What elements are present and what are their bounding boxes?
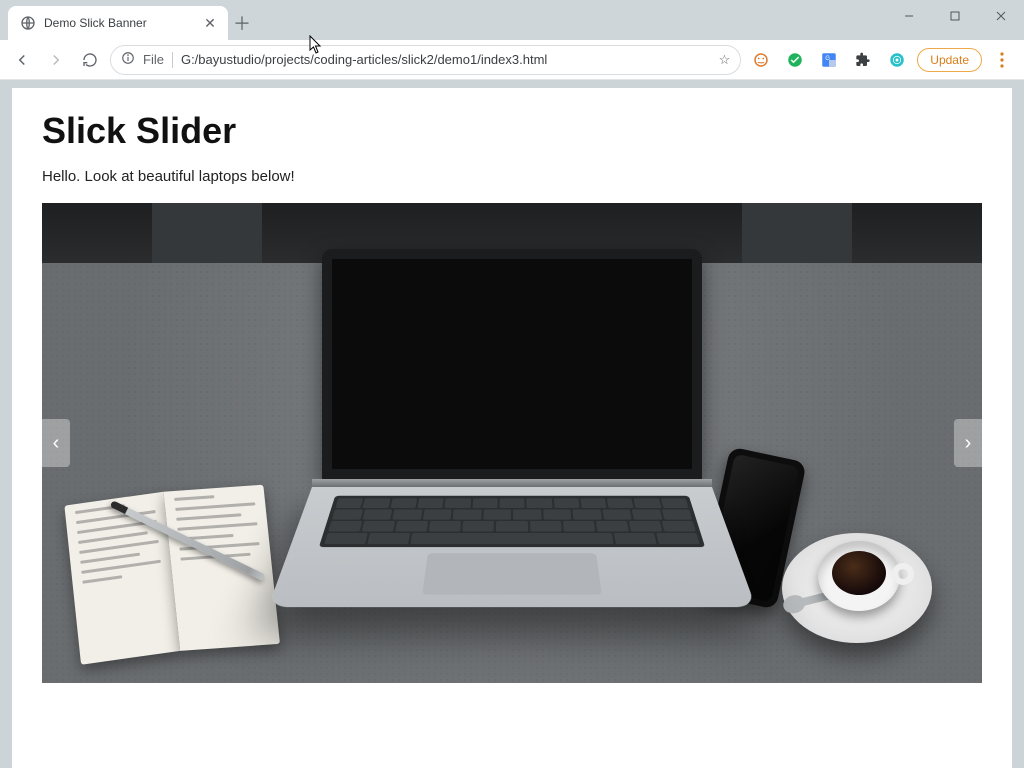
reload-button[interactable] bbox=[76, 46, 104, 74]
extension-icon[interactable] bbox=[883, 46, 911, 74]
forward-button[interactable] bbox=[42, 46, 70, 74]
slider-image bbox=[42, 203, 982, 683]
close-tab-icon[interactable]: ✕ bbox=[202, 15, 218, 31]
extensions-puzzle-icon[interactable] bbox=[849, 46, 877, 74]
browser-tab[interactable]: Demo Slick Banner ✕ bbox=[8, 6, 228, 40]
viewport: Slick Slider Hello. Look at beautiful la… bbox=[0, 80, 1024, 768]
slider-next-button[interactable]: › bbox=[954, 419, 982, 467]
svg-text:G: G bbox=[826, 56, 831, 62]
url-scheme-label: File bbox=[143, 52, 164, 67]
extension-icon[interactable] bbox=[747, 46, 775, 74]
maximize-button[interactable] bbox=[932, 0, 978, 32]
laptop-illustration bbox=[322, 249, 702, 647]
extension-icon[interactable]: G bbox=[815, 46, 843, 74]
notebook-illustration bbox=[64, 483, 280, 663]
info-icon[interactable] bbox=[121, 51, 135, 68]
tab-title: Demo Slick Banner bbox=[44, 16, 194, 30]
separator bbox=[172, 52, 173, 68]
slick-slider[interactable]: ‹ › bbox=[42, 203, 982, 683]
new-tab-button[interactable]: ＋ bbox=[228, 6, 256, 40]
update-button[interactable]: Update bbox=[917, 48, 982, 72]
address-bar[interactable]: File G:/bayustudio/projects/coding-artic… bbox=[110, 45, 741, 75]
back-button[interactable] bbox=[8, 46, 36, 74]
minimize-button[interactable] bbox=[886, 0, 932, 32]
titlebar: Demo Slick Banner ✕ ＋ bbox=[0, 0, 1024, 40]
bookmark-star-icon[interactable]: ☆ bbox=[719, 52, 731, 68]
slider-prev-button[interactable]: ‹ bbox=[42, 419, 70, 467]
window-controls bbox=[886, 0, 1024, 40]
browser-window: Demo Slick Banner ✕ ＋ File G:/bayustudio… bbox=[0, 0, 1024, 768]
page-title: Slick Slider bbox=[42, 110, 982, 152]
url-text: G:/bayustudio/projects/coding-articles/s… bbox=[181, 52, 711, 67]
close-window-button[interactable] bbox=[978, 0, 1024, 32]
browser-toolbar: File G:/bayustudio/projects/coding-artic… bbox=[0, 40, 1024, 80]
intro-text: Hello. Look at beautiful laptops below! bbox=[42, 168, 982, 185]
extension-icon[interactable] bbox=[781, 46, 809, 74]
menu-dots-icon[interactable] bbox=[988, 46, 1016, 74]
coffee-illustration bbox=[782, 533, 932, 643]
globe-icon bbox=[20, 15, 36, 31]
page-content: Slick Slider Hello. Look at beautiful la… bbox=[12, 88, 1012, 768]
